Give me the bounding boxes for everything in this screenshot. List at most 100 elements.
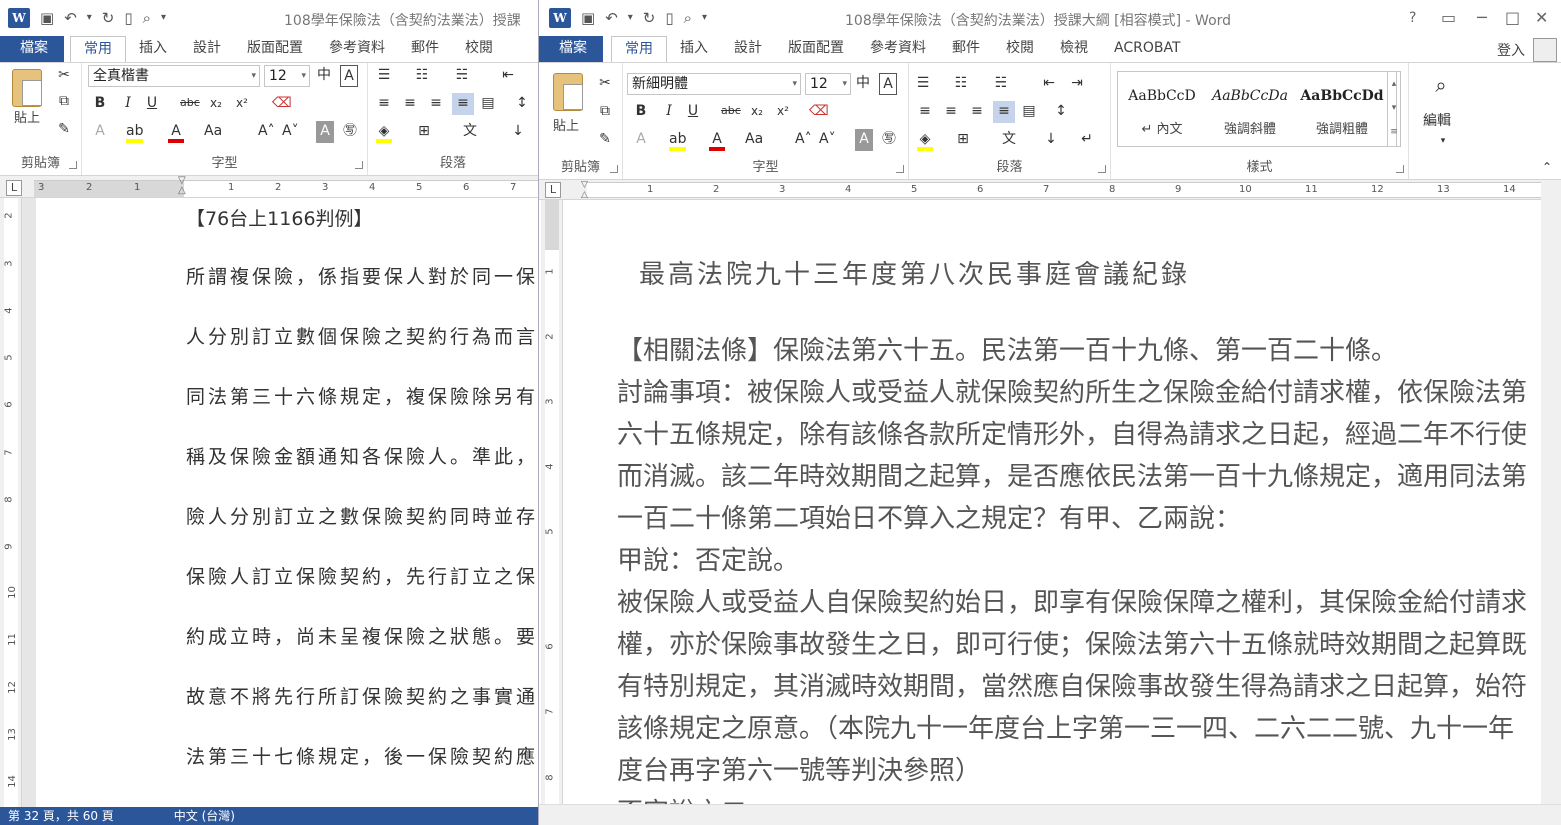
justify-icon[interactable]: ≡ bbox=[993, 101, 1015, 123]
bold-icon[interactable]: B bbox=[633, 101, 649, 123]
close-icon[interactable]: ✕ bbox=[1535, 8, 1548, 27]
align-center-icon[interactable]: ≡ bbox=[943, 101, 959, 123]
tab-design[interactable]: 設計 bbox=[721, 36, 775, 62]
style-normal[interactable]: AaBbCcD ↵ 內文 bbox=[1118, 72, 1206, 146]
word-app-icon[interactable]: W bbox=[549, 8, 571, 28]
save-icon[interactable]: ▣ bbox=[581, 8, 595, 28]
chevron-down-icon[interactable]: ▾ bbox=[251, 66, 256, 86]
tab-mailings[interactable]: 郵件 bbox=[939, 36, 993, 62]
align-left-icon[interactable]: ≡ bbox=[917, 101, 933, 123]
customize-toolbar-icon[interactable]: ▾ bbox=[702, 8, 707, 28]
clipboard-launcher-icon[interactable] bbox=[610, 165, 618, 173]
italic-icon[interactable]: I bbox=[120, 93, 136, 115]
undo-icon[interactable]: ↶ bbox=[605, 8, 618, 28]
increase-indent-icon[interactable]: ⇥ bbox=[1069, 73, 1085, 95]
change-case-icon[interactable]: Aa bbox=[745, 129, 763, 151]
subscript-icon[interactable]: x₂ bbox=[208, 93, 224, 115]
tab-selector-icon[interactable]: L bbox=[6, 180, 22, 196]
format-painter-icon[interactable]: ✎ bbox=[56, 119, 72, 141]
tab-mailings[interactable]: 郵件 bbox=[398, 36, 452, 62]
sort-icon[interactable]: ↓ bbox=[510, 121, 526, 143]
tab-selector-icon[interactable]: L bbox=[545, 182, 561, 198]
numbering-icon[interactable]: ☷ bbox=[953, 73, 969, 95]
character-shading-icon[interactable]: A bbox=[316, 121, 334, 143]
shrink-font-icon[interactable]: A˅ bbox=[819, 129, 836, 151]
distributed-icon[interactable]: ▤ bbox=[1021, 101, 1037, 123]
align-right-icon[interactable]: ≡ bbox=[969, 101, 985, 123]
style-subtle-emphasis[interactable]: AaBbCcDa 強調斜體 bbox=[1206, 72, 1294, 146]
grow-font-icon[interactable]: A˄ bbox=[795, 129, 812, 151]
borders-icon[interactable]: ⊞ bbox=[955, 129, 971, 151]
style-strong[interactable]: AaBbCcDd 強調粗體 bbox=[1294, 72, 1390, 146]
font-launcher-icon[interactable] bbox=[355, 161, 363, 169]
paste-button[interactable]: 貼上 bbox=[553, 115, 579, 134]
word-app-icon[interactable]: W bbox=[8, 8, 30, 28]
chevron-down-icon[interactable]: ▾ bbox=[842, 74, 847, 94]
styles-scroll-icon[interactable]: ▴ ▾ ≡ bbox=[1387, 71, 1401, 147]
align-center-icon[interactable]: ≡ bbox=[402, 93, 418, 115]
vertical-scrollbar[interactable] bbox=[1541, 196, 1561, 804]
collapse-ribbon-icon[interactable]: ⌃ bbox=[1539, 157, 1555, 179]
underline-icon[interactable]: U bbox=[685, 101, 701, 123]
binoculars-icon[interactable]: ⌕ bbox=[1433, 75, 1449, 97]
tab-view[interactable]: 檢視 bbox=[1047, 36, 1101, 62]
redo-icon[interactable]: ↻ bbox=[643, 8, 656, 28]
undo-dropdown-icon[interactable]: ▾ bbox=[628, 8, 633, 28]
change-case-icon[interactable]: Aa bbox=[204, 121, 222, 143]
tab-home[interactable]: 常用 bbox=[611, 36, 667, 62]
tab-insert[interactable]: 插入 bbox=[667, 36, 721, 62]
phonetic-guide-icon[interactable]: 中 bbox=[316, 65, 332, 87]
tab-acrobat[interactable]: ACROBAT bbox=[1101, 36, 1194, 62]
highlight-icon[interactable]: ab bbox=[669, 129, 687, 151]
paste-icon[interactable] bbox=[12, 69, 42, 107]
styles-launcher-icon[interactable] bbox=[1396, 165, 1404, 173]
save-icon[interactable]: ▣ bbox=[40, 8, 54, 28]
distributed-icon[interactable]: ▤ bbox=[480, 93, 496, 115]
clear-formatting-icon[interactable]: ⌫ bbox=[809, 101, 829, 123]
text-effects-icon[interactable]: A bbox=[633, 129, 649, 151]
sign-in-link[interactable]: 登入 bbox=[1497, 40, 1525, 60]
font-size-box[interactable]: 12 ▾ bbox=[805, 73, 851, 95]
subscript-icon[interactable]: x₂ bbox=[749, 101, 765, 123]
multilevel-list-icon[interactable]: ☵ bbox=[454, 65, 470, 87]
bullets-icon[interactable]: ☰ bbox=[915, 73, 931, 95]
minimize-icon[interactable]: ─ bbox=[1477, 8, 1487, 27]
undo-icon[interactable]: ↶ bbox=[64, 8, 77, 28]
font-name-box[interactable]: 全真楷書 ▾ bbox=[88, 65, 260, 87]
multilevel-list-icon[interactable]: ☵ bbox=[993, 73, 1009, 95]
phonetic-guide-icon[interactable]: 中 bbox=[855, 73, 871, 95]
chevron-down-icon[interactable]: ▾ bbox=[1435, 131, 1451, 153]
print-preview-icon[interactable]: ⌕ bbox=[684, 8, 692, 28]
indent-marker-icon[interactable]: ▽ △ bbox=[178, 176, 190, 197]
chinese-layout-icon[interactable]: 文 bbox=[462, 121, 478, 143]
decrease-indent-icon[interactable]: ⇤ bbox=[500, 65, 516, 87]
tab-layout[interactable]: 版面配置 bbox=[775, 36, 857, 62]
ribbon-display-options-icon[interactable]: ▭ bbox=[1441, 8, 1456, 27]
bullets-icon[interactable]: ☰ bbox=[376, 65, 392, 87]
cut-icon[interactable]: ✂ bbox=[597, 73, 613, 95]
avatar[interactable] bbox=[1533, 38, 1557, 62]
line-spacing-icon[interactable]: ↕ bbox=[1053, 101, 1069, 123]
new-document-icon[interactable]: ▯ bbox=[665, 8, 673, 28]
font-color-icon[interactable]: A bbox=[168, 121, 184, 143]
strikethrough-icon[interactable]: abc bbox=[180, 93, 200, 115]
tab-file[interactable]: 檔案 bbox=[0, 36, 64, 62]
tab-home[interactable]: 常用 bbox=[70, 36, 126, 62]
enclose-characters-icon[interactable]: ㊢ bbox=[881, 129, 897, 151]
align-left-icon[interactable]: ≡ bbox=[376, 93, 392, 115]
tab-references[interactable]: 參考資料 bbox=[316, 36, 398, 62]
new-document-icon[interactable]: ▯ bbox=[124, 8, 132, 28]
align-right-icon[interactable]: ≡ bbox=[428, 93, 444, 115]
customize-toolbar-icon[interactable]: ▾ bbox=[161, 8, 166, 28]
paste-button[interactable]: 貼上 bbox=[14, 107, 40, 126]
tab-review[interactable]: 校閱 bbox=[993, 36, 1047, 62]
bold-icon[interactable]: B bbox=[92, 93, 108, 115]
chinese-layout-icon[interactable]: 文 bbox=[1001, 129, 1017, 151]
italic-icon[interactable]: I bbox=[661, 101, 677, 123]
font-name-box[interactable]: 新細明體 ▾ bbox=[627, 73, 801, 95]
decrease-indent-icon[interactable]: ⇤ bbox=[1041, 73, 1057, 95]
font-color-icon[interactable]: A bbox=[709, 129, 725, 151]
shading-icon[interactable]: ◈ bbox=[376, 121, 392, 143]
grow-font-icon[interactable]: A˄ bbox=[258, 121, 275, 143]
borders-icon[interactable]: ⊞ bbox=[416, 121, 432, 143]
